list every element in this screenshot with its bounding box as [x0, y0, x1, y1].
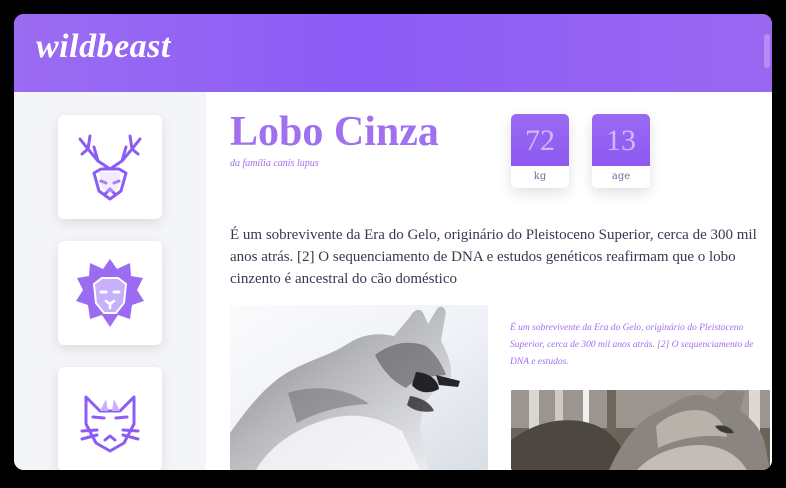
age-stat: 13 age: [592, 114, 650, 188]
weight-unit: kg: [511, 166, 569, 188]
weight-stat: 72 kg: [511, 114, 569, 188]
species-subtitle: da família canis lupus: [230, 158, 319, 169]
device-frame: wildbeast Lobo Cinza da família canis lu…: [0, 0, 786, 488]
lion-icon: [76, 259, 144, 327]
deer-icon: [78, 134, 142, 201]
sidebar-item-lion[interactable]: [58, 241, 162, 345]
forest-wolf-photo: [511, 390, 770, 470]
top-bar: wildbeast: [14, 14, 772, 92]
photo-caption: É um sobrevivente da Era do Gelo, origin…: [510, 323, 754, 367]
sidebar-item-deer[interactable]: [58, 115, 162, 219]
animal-description: É um sobrevivente da Era do Gelo, origin…: [230, 227, 757, 287]
wolf-photo-image: [230, 305, 488, 470]
sidebar-item-fox[interactable]: [58, 367, 162, 470]
page-title: Lobo Cinza: [230, 109, 439, 155]
age-unit: age: [592, 166, 650, 188]
animal-sidebar: [14, 92, 206, 470]
app-screen: wildbeast Lobo Cinza da família canis lu…: [14, 14, 772, 470]
howling-wolf-photo: [230, 305, 488, 470]
weight-value: 72: [511, 114, 569, 166]
fox-icon: [80, 395, 140, 453]
forest-wolf-image: [511, 390, 770, 470]
age-value: 13: [592, 114, 650, 166]
scrollbar-handle[interactable]: [764, 34, 770, 68]
animal-detail: Lobo Cinza da família canis lupus 72 kg …: [206, 92, 772, 470]
brand-logo[interactable]: wildbeast: [36, 28, 171, 66]
